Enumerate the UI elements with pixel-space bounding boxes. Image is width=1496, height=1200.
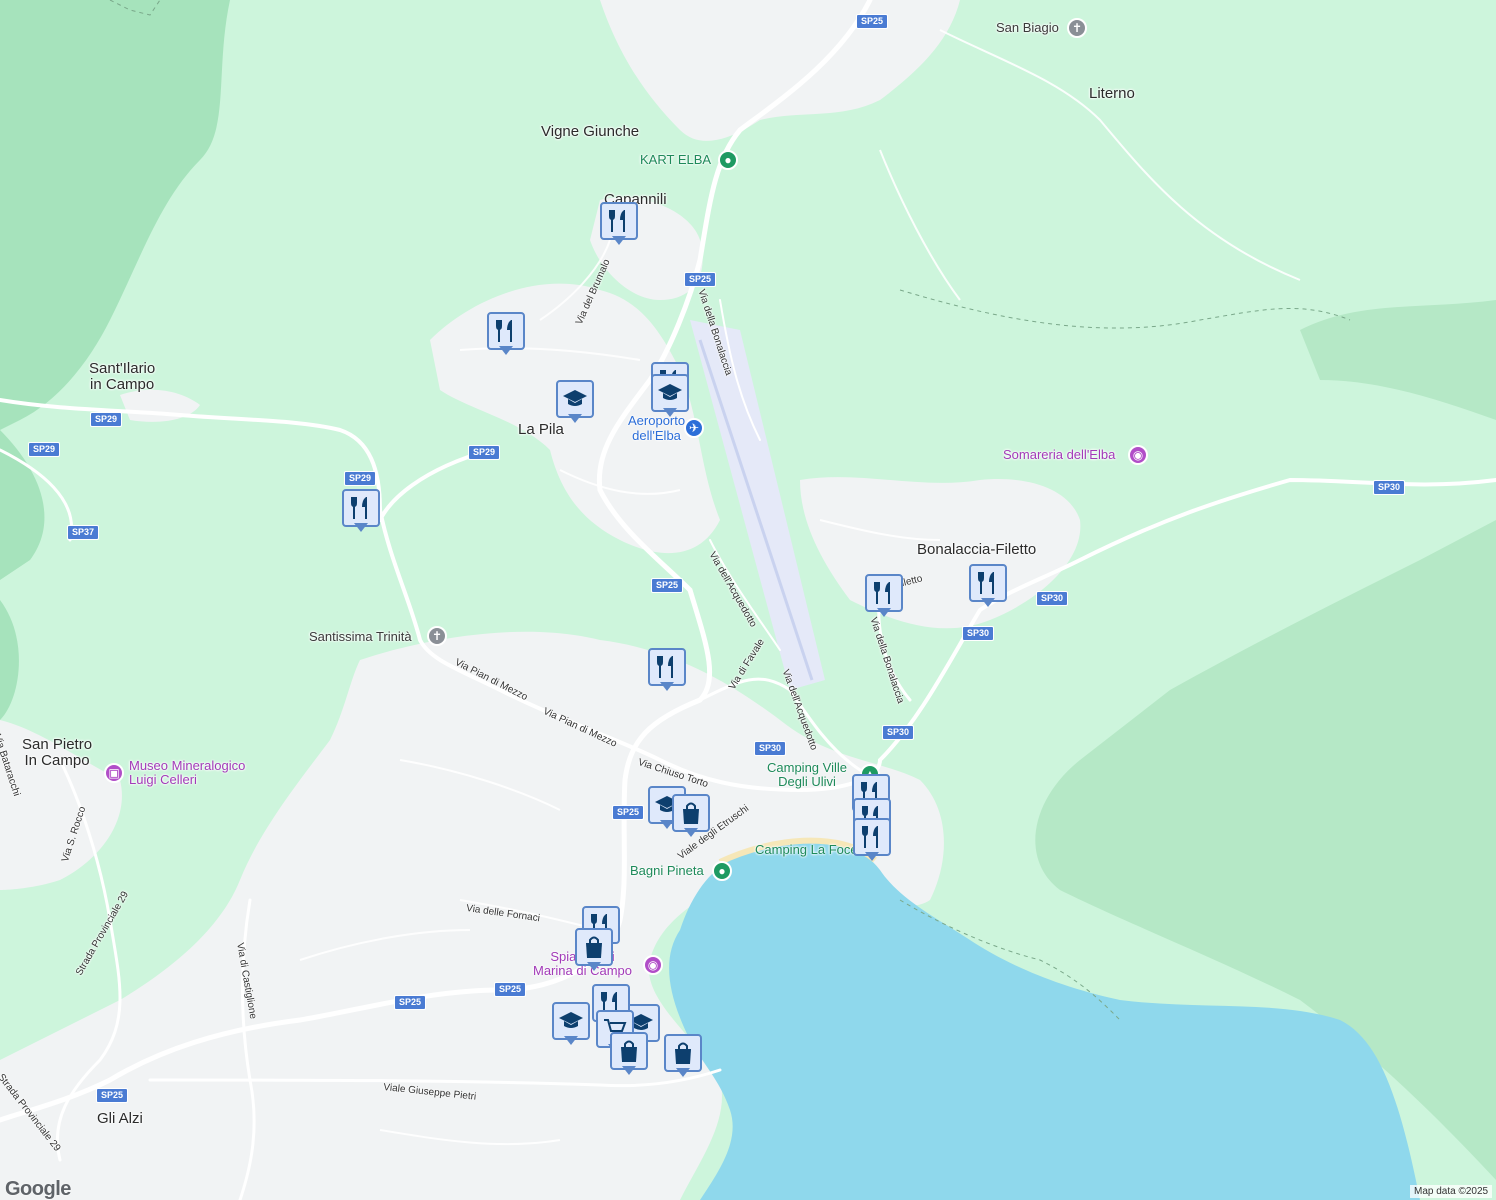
church-icon[interactable]: ✝ [1067,18,1087,38]
poi-label-camping-la-foce[interactable]: Camping La Foce [755,842,858,857]
road-shield-sp25: SP25 [394,995,427,1010]
map-attribution[interactable]: Map data ©2025 [1410,1185,1493,1198]
place-label-gli-alzi: Gli Alzi [97,1110,143,1127]
poi-label-somareria-dell-elba[interactable]: Somareria dell'Elba [1003,447,1115,462]
place-label-santissima-trinita: Santissima Trinità [309,629,412,644]
map-marker-school[interactable] [552,1002,590,1048]
map-base-layer [0,0,1496,1200]
school-icon [658,384,682,400]
place-label-san-pietro-in-campo: San Pietro In Campo [22,736,93,769]
map-marker-restaurant[interactable] [853,818,891,864]
restaurant-icon [978,572,994,594]
road-shield-sp29: SP29 [90,412,123,427]
school-icon [563,390,587,406]
restaurant-icon [874,582,890,604]
camera-icon[interactable]: ◉ [1128,445,1148,465]
road-shield-sp30: SP30 [882,725,915,740]
poi-label-camping-ville-degli-ulivi[interactable]: Camping Ville Degli Ulivi [767,761,847,789]
road-shield-sp25: SP25 [651,578,684,593]
map-marker-restaurant[interactable] [487,312,525,358]
road-shield-sp29: SP29 [344,471,377,486]
place-label-bonalaccia-filetto: Bonalaccia-Filetto [917,541,1037,558]
road-shield-sp25: SP25 [612,805,645,820]
place-label-vigne-giunche: Vigne Giunche [541,123,640,140]
map-marker-shopping[interactable] [575,928,613,974]
pin-icon[interactable]: ● [712,861,732,881]
map-marker-shopping[interactable] [664,1034,702,1080]
restaurant-icon [496,320,512,342]
camera-icon[interactable]: ◉ [643,955,663,975]
road-shield-sp25: SP25 [856,14,889,29]
road-shield-sp29: SP29 [28,442,61,457]
shopping-bag-icon [683,802,699,824]
map-marker-restaurant[interactable] [969,564,1007,610]
place-label-san-biagio: San Biagio [996,20,1059,35]
map-marker-restaurant[interactable] [342,489,380,535]
road-shield-sp25: SP25 [494,982,527,997]
shopping-bag-icon [586,936,602,958]
road-shield-sp30: SP30 [962,626,995,641]
poi-label-museo-mineralogico[interactable]: Museo Mineralogico Luigi Celleri [129,759,245,787]
map-canvas[interactable]: Vigne Giunche Capannili San Biagio Liter… [0,0,1496,1200]
road-shield-sp29: SP29 [468,445,501,460]
poi-label-kart-elba[interactable]: KART ELBA [640,152,711,167]
road-shield-sp30: SP30 [1036,591,1069,606]
poi-label-bagni-pineta[interactable]: Bagni Pineta [630,863,704,878]
map-marker-school[interactable] [556,380,594,426]
place-label-literno: Literno [1089,85,1135,102]
map-marker-shopping[interactable] [610,1032,648,1078]
map-marker-restaurant[interactable] [648,648,686,694]
road-shield-sp25: SP25 [96,1088,129,1103]
road-shield-sp30: SP30 [1373,480,1406,495]
restaurant-icon [657,656,673,678]
museum-icon[interactable]: ▣ [104,763,124,783]
school-icon [559,1012,583,1028]
airport-icon[interactable]: ✈ [684,418,704,438]
shopping-bag-icon [675,1042,691,1064]
road-shield-sp37: SP37 [67,525,100,540]
pin-icon[interactable]: ● [718,150,738,170]
map-marker-restaurant[interactable] [865,574,903,620]
restaurant-icon [351,497,367,519]
road-shield-sp30: SP30 [754,741,787,756]
map-marker-school[interactable] [651,374,689,420]
google-logo[interactable]: Google [5,1178,71,1200]
restaurant-icon [609,210,625,232]
church-icon[interactable]: ✝ [427,626,447,646]
map-marker-shopping[interactable] [672,794,710,840]
road-shield-sp25: SP25 [684,272,717,287]
place-label-sant-ilario-in-campo: Sant'Ilario in Campo [89,360,156,393]
map-marker-restaurant[interactable] [600,202,638,248]
shopping-bag-icon [621,1040,637,1062]
restaurant-icon [862,826,878,848]
